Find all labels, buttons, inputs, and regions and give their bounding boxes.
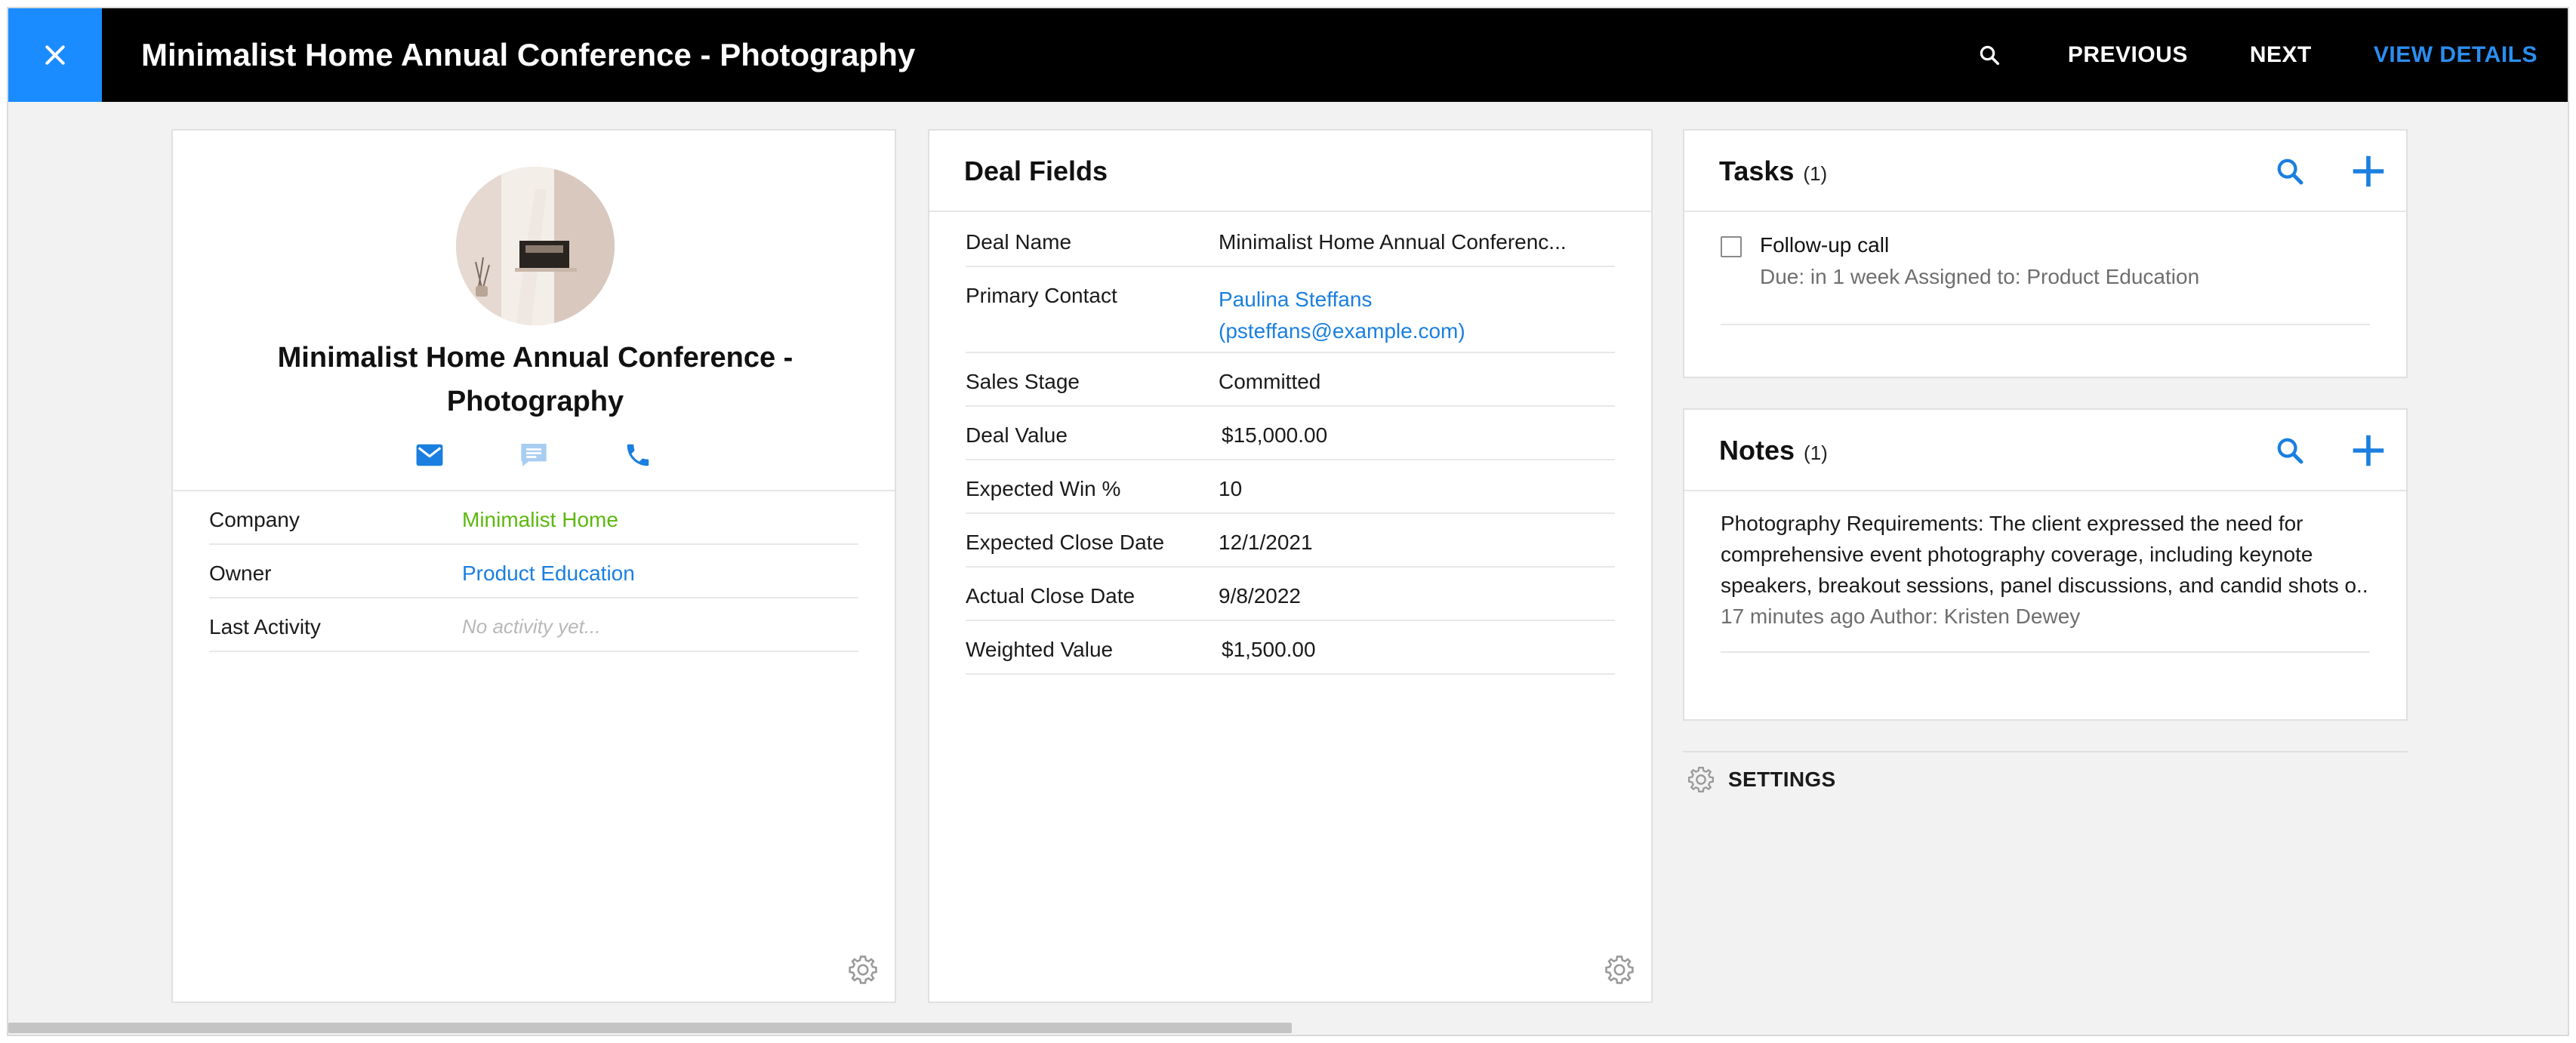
add-task-button[interactable] bbox=[2352, 155, 2385, 188]
message-icon bbox=[521, 444, 547, 466]
search-notes-button[interactable] bbox=[2273, 434, 2306, 467]
message-button[interactable] bbox=[517, 438, 550, 472]
avatar-image bbox=[456, 167, 615, 325]
notes-card: Notes (1) Photography Requirements: The c… bbox=[1683, 408, 2408, 721]
field-label: Sales Stage bbox=[966, 370, 1080, 393]
notes-title: Notes (1) bbox=[1719, 410, 1828, 494]
horizontal-scrollbar[interactable] bbox=[8, 1021, 2568, 1035]
deal-fields-list: Deal Name Minimalist Home Annual Confere… bbox=[966, 214, 1615, 675]
top-nav: PREVIOUS NEXT VIEW DETAILS bbox=[1973, 8, 2568, 102]
gear-icon bbox=[1605, 955, 1634, 984]
profile-card: Minimalist Home Annual Conference - Phot… bbox=[171, 129, 896, 1003]
company-link[interactable]: Minimalist Home bbox=[462, 508, 618, 543]
field-row-last-activity: Last Activity No activity yet... bbox=[209, 598, 858, 652]
notes-header: Notes (1) bbox=[1684, 410, 2406, 491]
primary-contact-name: Paulina Steffans bbox=[1219, 288, 1373, 311]
actual-close-date-value: 9/8/2022 bbox=[1219, 584, 1301, 608]
field-row-deal-name: Deal Name Minimalist Home Annual Confere… bbox=[966, 214, 1615, 267]
avatar bbox=[456, 167, 615, 325]
weighted-value-value: $1,500.00 bbox=[1222, 638, 1316, 661]
deal-fields-card: Deal Fields Deal Name Minimalist Home An… bbox=[928, 129, 1653, 1003]
tasks-header: Tasks (1) bbox=[1684, 131, 2406, 212]
field-label: Expected Close Date bbox=[966, 531, 1165, 554]
note-text-line: comprehensive event photography coverage… bbox=[1721, 543, 2313, 566]
field-row-expected-close-date: Expected Close Date 12/1/2021 bbox=[966, 514, 1615, 568]
task-checkbox[interactable] bbox=[1721, 236, 1742, 257]
tasks-title: Tasks (1) bbox=[1719, 131, 1827, 214]
previous-button[interactable]: PREVIOUS bbox=[2068, 42, 2188, 68]
search-tasks-button[interactable] bbox=[2273, 155, 2306, 188]
primary-contact-link[interactable]: Paulina Steffans (psteffans@example.com) bbox=[1219, 284, 1465, 352]
note-divider bbox=[1721, 651, 2370, 653]
next-button[interactable]: NEXT bbox=[2250, 42, 2312, 68]
note-text-line: speakers, breakout sessions, panel discu… bbox=[1721, 574, 2370, 597]
deal-fields-title: Deal Fields bbox=[964, 155, 1108, 186]
field-label: Weighted Value bbox=[966, 638, 1114, 661]
search-button[interactable] bbox=[1973, 38, 2006, 72]
settings-label: SETTINGS bbox=[1728, 768, 1836, 791]
tasks-title-text: Tasks bbox=[1719, 155, 1795, 186]
field-label: Deal Name bbox=[966, 230, 1072, 254]
field-label: Owner bbox=[209, 561, 272, 585]
deal-name-value: Minimalist Home Annual Conferenc... bbox=[1219, 230, 1567, 254]
field-label: Actual Close Date bbox=[966, 584, 1135, 608]
profile-settings-button[interactable] bbox=[846, 953, 880, 986]
profile-name: Minimalist Home Annual Conference - Phot… bbox=[277, 342, 793, 417]
note-meta: 17 minutes ago Author: Kristen Dewey bbox=[1721, 605, 2081, 628]
search-icon bbox=[2277, 438, 2303, 464]
contact-actions bbox=[173, 438, 895, 472]
record-panel: Minimalist Home Annual Conference - Phot… bbox=[7, 7, 2569, 1036]
owner-link[interactable]: Product Education bbox=[462, 561, 635, 597]
deal-value-value: $15,000.00 bbox=[1222, 423, 1328, 447]
deal-fields-header: Deal Fields bbox=[929, 131, 1651, 212]
expected-win-value: 10 bbox=[1219, 477, 1243, 500]
field-row-weighted-value: Weighted Value $1,500.00 bbox=[966, 621, 1615, 675]
field-row-company: Company Minimalist Home bbox=[209, 491, 858, 545]
notes-count: (1) bbox=[1804, 442, 1828, 464]
tasks-card: Tasks (1) Follow-up call Due: in 1 week A… bbox=[1683, 129, 2408, 378]
field-label: Expected Win % bbox=[966, 477, 1121, 500]
notes-title-text: Notes bbox=[1719, 435, 1795, 466]
field-row-expected-win: Expected Win % 10 bbox=[966, 460, 1615, 514]
field-label: Company bbox=[209, 508, 300, 531]
email-button[interactable] bbox=[413, 438, 446, 472]
primary-contact-email: (psteffans@example.com) bbox=[1219, 319, 1465, 343]
field-row-primary-contact: Primary Contact Paulina Steffans (psteff… bbox=[966, 267, 1615, 353]
expected-close-date-value: 12/1/2021 bbox=[1219, 531, 1313, 554]
field-label: Primary Contact bbox=[966, 284, 1117, 307]
note-item[interactable]: Photography Requirements: The client exp… bbox=[1721, 508, 2370, 632]
settings-button[interactable]: SETTINGS bbox=[1683, 751, 2408, 807]
field-label: Last Activity bbox=[209, 615, 321, 638]
field-row-owner: Owner Product Education bbox=[209, 545, 858, 598]
gear-icon bbox=[1688, 767, 1714, 792]
search-icon bbox=[1980, 45, 1999, 65]
phone-icon bbox=[627, 444, 649, 466]
plus-icon bbox=[2353, 435, 2384, 466]
phone-button[interactable] bbox=[621, 438, 655, 472]
last-activity-value: No activity yet... bbox=[462, 615, 601, 638]
email-icon bbox=[416, 444, 443, 466]
top-bar: Minimalist Home Annual Conference - Phot… bbox=[8, 8, 2568, 102]
close-icon bbox=[45, 45, 65, 65]
task-title: Follow-up call bbox=[1760, 233, 1890, 257]
tasks-count: (1) bbox=[1803, 162, 1828, 185]
gear-icon bbox=[849, 955, 877, 984]
task-item[interactable]: Follow-up call Due: in 1 week Assigned t… bbox=[1721, 230, 2370, 325]
search-icon bbox=[2277, 158, 2303, 185]
field-row-deal-value: Deal Value $15,000.00 bbox=[966, 407, 1615, 460]
field-row-actual-close-date: Actual Close Date 9/8/2022 bbox=[966, 568, 1615, 621]
field-label: Deal Value bbox=[966, 423, 1068, 447]
task-meta: Due: in 1 week Assigned to: Product Educ… bbox=[1760, 265, 2200, 288]
note-text-line: Photography Requirements: The client exp… bbox=[1721, 512, 2303, 535]
close-button[interactable] bbox=[8, 8, 102, 102]
sales-stage-value: Committed bbox=[1219, 370, 1321, 393]
profile-fields: Company Minimalist Home Owner Product Ed… bbox=[209, 491, 858, 652]
view-details-button[interactable]: VIEW DETAILS bbox=[2374, 42, 2537, 68]
deal-settings-button[interactable] bbox=[1603, 953, 1636, 986]
plus-icon bbox=[2353, 155, 2384, 187]
scrollbar-thumb[interactable] bbox=[8, 1023, 1292, 1033]
add-note-button[interactable] bbox=[2352, 434, 2385, 467]
page-title: Minimalist Home Annual Conference - Phot… bbox=[141, 37, 916, 72]
field-row-sales-stage: Sales Stage Committed bbox=[966, 353, 1615, 407]
